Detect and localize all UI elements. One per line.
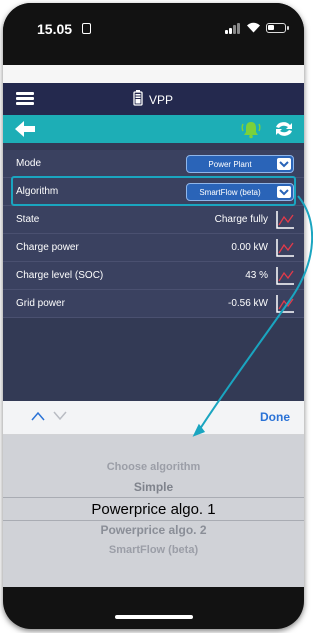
chart-line-icon[interactable] — [275, 238, 295, 258]
row-label: Algorithm — [16, 186, 59, 197]
row-value: -0.56 kW — [227, 298, 268, 309]
battery-device-icon — [133, 90, 143, 106]
row-mode: Mode Power Plant — [3, 150, 304, 178]
selection-line — [3, 497, 304, 498]
row-label: Charge level (SOC) — [16, 270, 104, 281]
signal-icon — [225, 23, 241, 34]
chart-line-icon[interactable] — [275, 294, 295, 314]
picker-option[interactable]: SmartFlow (beta) — [3, 544, 304, 556]
hamburger-icon[interactable] — [16, 92, 34, 106]
app-title: VPP — [149, 93, 174, 107]
refresh-icon[interactable] — [273, 119, 295, 139]
row-label: State — [16, 214, 40, 225]
nav-bar — [3, 115, 304, 143]
row-label: Charge power — [16, 242, 79, 253]
row-value: 0.00 kW — [231, 242, 268, 253]
chart-line-icon[interactable] — [275, 210, 295, 230]
settings-panel: Mode Power Plant Algorithm SmartFlow (be… — [3, 143, 304, 401]
picker-toolbar: Done — [3, 401, 304, 435]
mode-select[interactable]: Power Plant — [186, 155, 294, 173]
row-label: Grid power — [16, 298, 65, 309]
chart-line-icon[interactable] — [275, 266, 295, 286]
chevron-up-icon[interactable] — [31, 411, 45, 421]
bell-icon[interactable] — [239, 119, 263, 139]
row-grid-power: Grid power -0.56 kW — [3, 290, 304, 318]
arrow-left-icon[interactable] — [13, 119, 37, 139]
row-algorithm: Algorithm SmartFlow (beta) — [3, 178, 304, 206]
row-value: Charge fully — [214, 214, 268, 225]
notification-icon — [82, 23, 91, 34]
picker-option-selected[interactable]: Powerprice algo. 1 — [3, 501, 304, 518]
home-indicator — [115, 615, 193, 619]
row-label: Mode — [16, 158, 42, 169]
select-value: SmartFlow (beta) — [199, 188, 261, 197]
row-state: State Charge fully — [3, 206, 304, 234]
chevron-down-icon — [277, 158, 291, 170]
picker-option[interactable]: Choose algorithm — [3, 461, 304, 473]
chevron-down-icon[interactable] — [53, 411, 67, 421]
algorithm-picker[interactable]: Choose algorithm Simple Powerprice algo.… — [3, 435, 304, 587]
algorithm-select[interactable]: SmartFlow (beta) — [186, 183, 294, 201]
select-value: Power Plant — [208, 160, 252, 169]
status-bar: 15.05 — [3, 3, 304, 65]
picker-option[interactable]: Simple — [3, 480, 304, 494]
status-time: 15.05 — [37, 21, 73, 37]
phone-frame: 15.05 VPP Mode Power Plant Algorithm Sma… — [3, 3, 304, 629]
picker-option[interactable]: Powerprice algo. 2 — [3, 523, 304, 537]
done-button[interactable]: Done — [260, 410, 290, 424]
row-value: 43 % — [245, 270, 268, 281]
row-charge-level: Charge level (SOC) 43 % — [3, 262, 304, 290]
selection-line — [3, 520, 304, 521]
battery-icon — [266, 23, 289, 33]
chevron-down-icon — [277, 186, 291, 198]
top-spacer — [3, 65, 304, 83]
row-charge-power: Charge power 0.00 kW — [3, 234, 304, 262]
wifi-icon — [247, 22, 260, 33]
app-header: VPP — [3, 83, 304, 115]
